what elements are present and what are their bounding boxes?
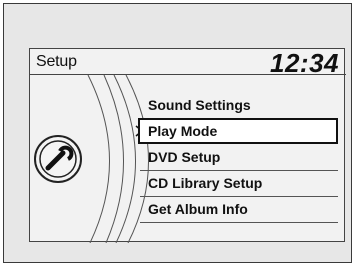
menu-item-play-mode[interactable]: Play Mode (138, 118, 338, 144)
menu-item-dvd-setup[interactable]: DVD Setup (138, 144, 338, 170)
menu-item-get-album-info[interactable]: Get Album Info (138, 196, 338, 222)
setup-screen: Setup 12:34 Sound Settings Play Mode DVD… (29, 48, 346, 243)
display-bezel: Setup 12:34 Sound Settings Play Mode DVD… (3, 3, 352, 263)
setup-menu: Sound Settings Play Mode DVD Setup CD Li… (30, 49, 346, 243)
menu-item-cd-library-setup[interactable]: CD Library Setup (138, 170, 338, 196)
menu-item-sound-settings[interactable]: Sound Settings (138, 92, 338, 118)
menu-divider (140, 222, 338, 223)
